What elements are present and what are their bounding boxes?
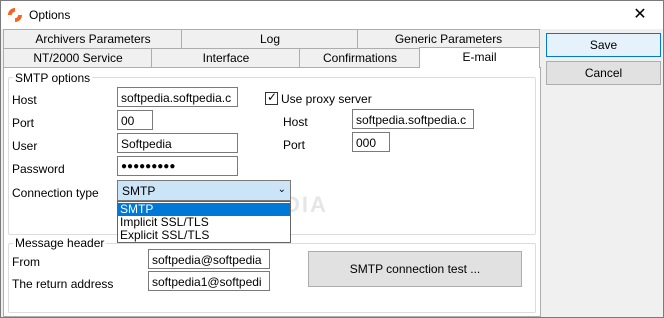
user-input[interactable]: Softpedia (117, 133, 238, 153)
connection-type-value: SMTP (122, 184, 156, 198)
close-button[interactable]: ✕ (617, 1, 663, 29)
from-input[interactable]: softpedia@softpedia (148, 249, 270, 269)
use-proxy-checkbox[interactable]: ✓ (265, 90, 278, 105)
host-input[interactable]: softpedia.softpedia.c (117, 87, 238, 107)
tab-row-2: NT/2000 Service Interface Confirmations … (3, 47, 540, 68)
window-title: Options (29, 8, 71, 22)
tab-nt2000-service[interactable]: NT/2000 Service (3, 48, 153, 67)
port-input[interactable]: 00 (117, 110, 153, 130)
connection-type-select[interactable]: SMTP ⌄ (117, 180, 291, 201)
message-header-legend: Message header (13, 236, 107, 250)
tab-confirmations[interactable]: Confirmations (299, 48, 421, 67)
user-label: User (12, 139, 38, 153)
tab-interface[interactable]: Interface (151, 48, 301, 67)
host-label: Host (12, 93, 37, 107)
smtp-options-legend: SMTP options (13, 71, 93, 85)
cancel-button[interactable]: Cancel (546, 61, 661, 85)
return-address-input[interactable]: softpedia1@softpedi (148, 271, 270, 291)
tab-log[interactable]: Log (181, 29, 359, 48)
password-input[interactable]: ●●●●●●●●● (117, 156, 238, 176)
smtp-connection-test-button[interactable]: SMTP connection test ... (308, 251, 522, 287)
chevron-down-icon: ⌄ (277, 184, 286, 195)
title-bar: Options ✕ (1, 1, 663, 29)
app-lifebuoy-icon (8, 8, 22, 22)
password-label: Password (12, 162, 65, 176)
tab-generic-parameters[interactable]: Generic Parameters (357, 29, 540, 48)
option-explicit-ssl[interactable]: Explicit SSL/TLS (118, 229, 290, 242)
tab-row-1: Archivers Parameters Log Generic Paramet… (3, 29, 540, 48)
save-button[interactable]: Save (546, 33, 661, 57)
proxy-port-input[interactable]: 000 (352, 132, 390, 152)
port-label: Port (12, 116, 35, 130)
return-address-label: The return address (12, 277, 114, 291)
connection-type-dropdown: SMTP Implicit SSL/TLS Explicit SSL/TLS (117, 201, 291, 243)
checkmark-icon: ✓ (267, 90, 278, 104)
tab-archivers-parameters[interactable]: Archivers Parameters (3, 29, 183, 48)
use-proxy-label: Use proxy server (281, 92, 372, 106)
email-tab-panel: SOFTPEDIA SMTP options Host softpedia.so… (3, 67, 541, 317)
proxy-host-input[interactable]: softpedia.softpedia.c (352, 109, 474, 129)
proxy-host-label: Host (283, 115, 308, 129)
tab-email[interactable]: E-mail (419, 47, 540, 68)
connection-type-label: Connection type (12, 186, 99, 200)
options-window: Options ✕ Archivers Parameters Log Gener… (0, 0, 664, 318)
close-icon: ✕ (633, 6, 647, 23)
from-label: From (12, 255, 40, 269)
proxy-port-label: Port (283, 138, 306, 152)
